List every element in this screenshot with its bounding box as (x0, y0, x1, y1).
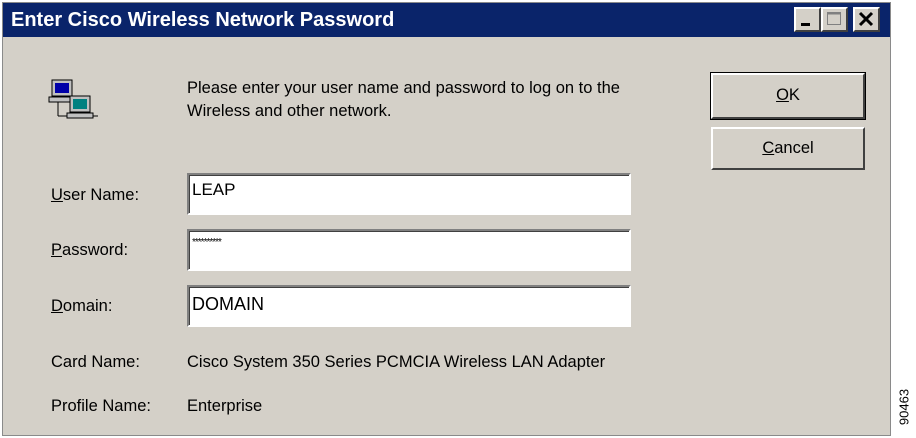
cancel-mnemonic: C (762, 139, 775, 157)
password-dialog: Enter Cisco Wireless Network Password Pl… (2, 2, 891, 436)
instruction-message: Please enter your user name and password… (187, 79, 620, 120)
maximize-button[interactable] (821, 7, 848, 32)
domain-label: Domain: (51, 297, 112, 316)
card-name-value: Cisco System 350 Series PCMCIA Wireless … (187, 353, 606, 371)
username-label-mnemonic: U (51, 186, 63, 204)
close-button[interactable] (853, 7, 880, 32)
username-label: User Name: (51, 186, 139, 205)
ok-button[interactable]: OK (710, 72, 866, 120)
network-computers-icon (48, 79, 98, 119)
minimize-button[interactable] (794, 7, 821, 32)
profile-name-label: Profile Name: (51, 397, 151, 415)
password-field[interactable] (187, 229, 631, 271)
title-bar[interactable]: Enter Cisco Wireless Network Password (3, 3, 890, 37)
card-name-label: Card Name: (51, 353, 140, 371)
ok-label-rest: K (788, 86, 800, 104)
figure-id-text: 90463 (896, 388, 912, 426)
password-label: Password: (51, 241, 128, 260)
maximize-icon (827, 12, 841, 25)
domain-label-rest: omain: (62, 297, 113, 315)
ok-mnemonic: O (776, 86, 789, 104)
cancel-label-rest: ancel (774, 139, 814, 157)
window-title: Enter Cisco Wireless Network Password (11, 9, 395, 31)
password-label-mnemonic: P (51, 241, 63, 259)
minimize-icon (801, 23, 810, 26)
cancel-button[interactable]: Cancel (711, 127, 865, 170)
username-label-rest: ser Name: (62, 186, 140, 204)
profile-name-value: Enterprise (187, 397, 263, 415)
username-field[interactable] (187, 173, 631, 215)
figure-id: 90463 (893, 386, 915, 428)
domain-label-mnemonic: D (51, 297, 63, 315)
password-label-rest: assword: (62, 241, 129, 259)
domain-field[interactable] (187, 285, 631, 327)
close-icon (858, 11, 874, 27)
